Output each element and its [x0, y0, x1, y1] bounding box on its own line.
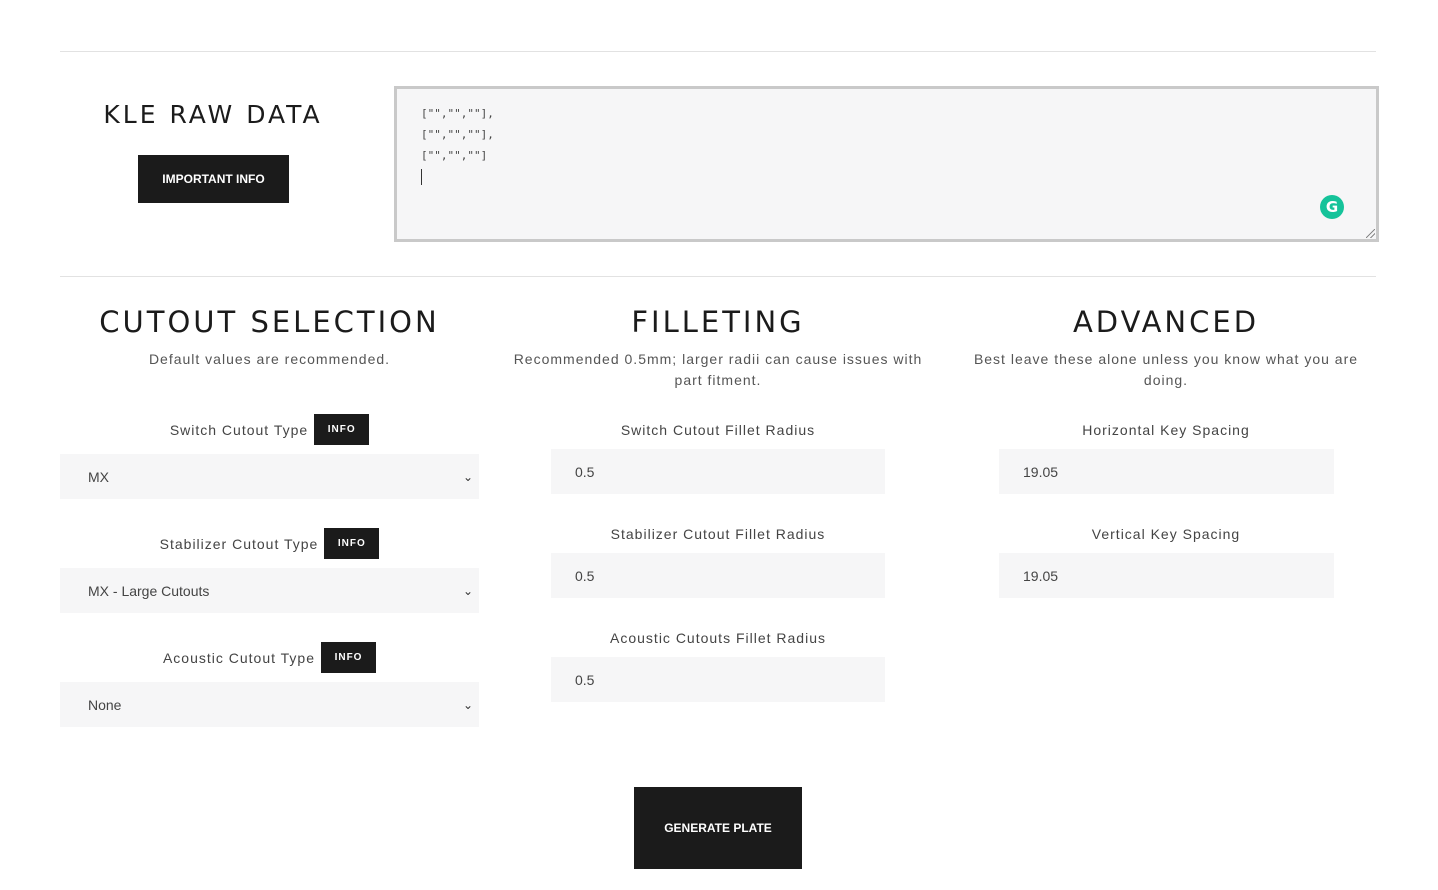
stab-cutout-label-row: Stabilizer Cutout Type INFO: [60, 528, 479, 559]
stab-cutout-label: Stabilizer Cutout Type: [159, 535, 319, 552]
text-caret: [421, 169, 422, 185]
important-info-button[interactable]: IMPORTANT INFO: [138, 155, 289, 203]
resize-handle-icon[interactable]: [1366, 229, 1375, 238]
cutout-title: CUTOUT SELECTION: [99, 305, 440, 339]
advanced-subtitle: Best leave these alone unless you know w…: [973, 351, 1359, 388]
switch-fillet-label: Switch Cutout Fillet Radius: [620, 422, 816, 438]
acoustic-fillet-label: Acoustic Cutouts Fillet Radius: [610, 630, 826, 646]
acoustic-cutout-info-button[interactable]: INFO: [321, 642, 377, 673]
stab-fillet-input[interactable]: 0.5: [551, 553, 885, 598]
switch-cutout-info-button[interactable]: INFO: [314, 414, 370, 445]
vertical-spacing-input[interactable]: 19.05: [999, 553, 1334, 598]
textarea-line: ["","",""],: [421, 107, 494, 120]
stab-fillet-label: Stabilizer Cutout Fillet Radius: [610, 526, 826, 542]
horizontal-spacing-label: Horizontal Key Spacing: [1082, 422, 1250, 438]
switch-cutout-label-row: Switch Cutout Type INFO: [60, 414, 479, 445]
grammarly-icon[interactable]: G: [1320, 195, 1344, 219]
switch-cutout-select[interactable]: MX ⌄: [60, 454, 479, 499]
acoustic-fillet-input[interactable]: 0.5: [551, 657, 885, 702]
middle-divider: [60, 276, 1376, 277]
acoustic-cutout-select[interactable]: None ⌄: [60, 682, 479, 727]
acoustic-cutout-label: Acoustic Cutout Type: [162, 649, 316, 666]
vertical-spacing-label: Vertical Key Spacing: [1091, 526, 1241, 542]
textarea-line: ["","",""],: [421, 128, 494, 141]
filleting-title: FILLETING: [631, 305, 805, 339]
stab-cutout-info-button[interactable]: INFO: [324, 528, 380, 559]
chevron-down-icon: ⌄: [462, 583, 473, 598]
chevron-down-icon: ⌄: [462, 697, 473, 712]
acoustic-cutout-value: None: [88, 696, 122, 713]
chevron-down-icon: ⌄: [462, 469, 473, 484]
textarea-line: ["","",""]: [421, 149, 488, 162]
advanced-section: ADVANCED Best leave these alone unless y…: [958, 305, 1374, 391]
filleting-subtitle: Recommended 0.5mm; larger radii can caus…: [513, 351, 923, 388]
switch-cutout-value: MX: [88, 468, 109, 485]
horizontal-spacing-input[interactable]: 19.05: [999, 449, 1334, 494]
stab-cutout-value: MX - Large Cutouts: [88, 582, 210, 599]
acoustic-cutout-label-row: Acoustic Cutout Type INFO: [60, 642, 479, 673]
top-divider: [60, 51, 1376, 52]
filleting-section: FILLETING Recommended 0.5mm; larger radi…: [508, 305, 928, 391]
cutout-subtitle: Default values are recommended.: [148, 351, 391, 367]
cutout-selection-section: CUTOUT SELECTION Default values are reco…: [60, 305, 479, 370]
kle-title: KLE RAW DATA: [103, 100, 323, 129]
switch-fillet-input[interactable]: 0.5: [551, 449, 885, 494]
advanced-title: ADVANCED: [1072, 305, 1260, 339]
kle-raw-data-textarea[interactable]: ["","",""], ["","",""], ["","",""]: [394, 86, 1379, 242]
switch-cutout-label: Switch Cutout Type: [169, 421, 309, 438]
generate-plate-button[interactable]: GENERATE PLATE: [634, 787, 802, 869]
stab-cutout-select[interactable]: MX - Large Cutouts ⌄: [60, 568, 479, 613]
